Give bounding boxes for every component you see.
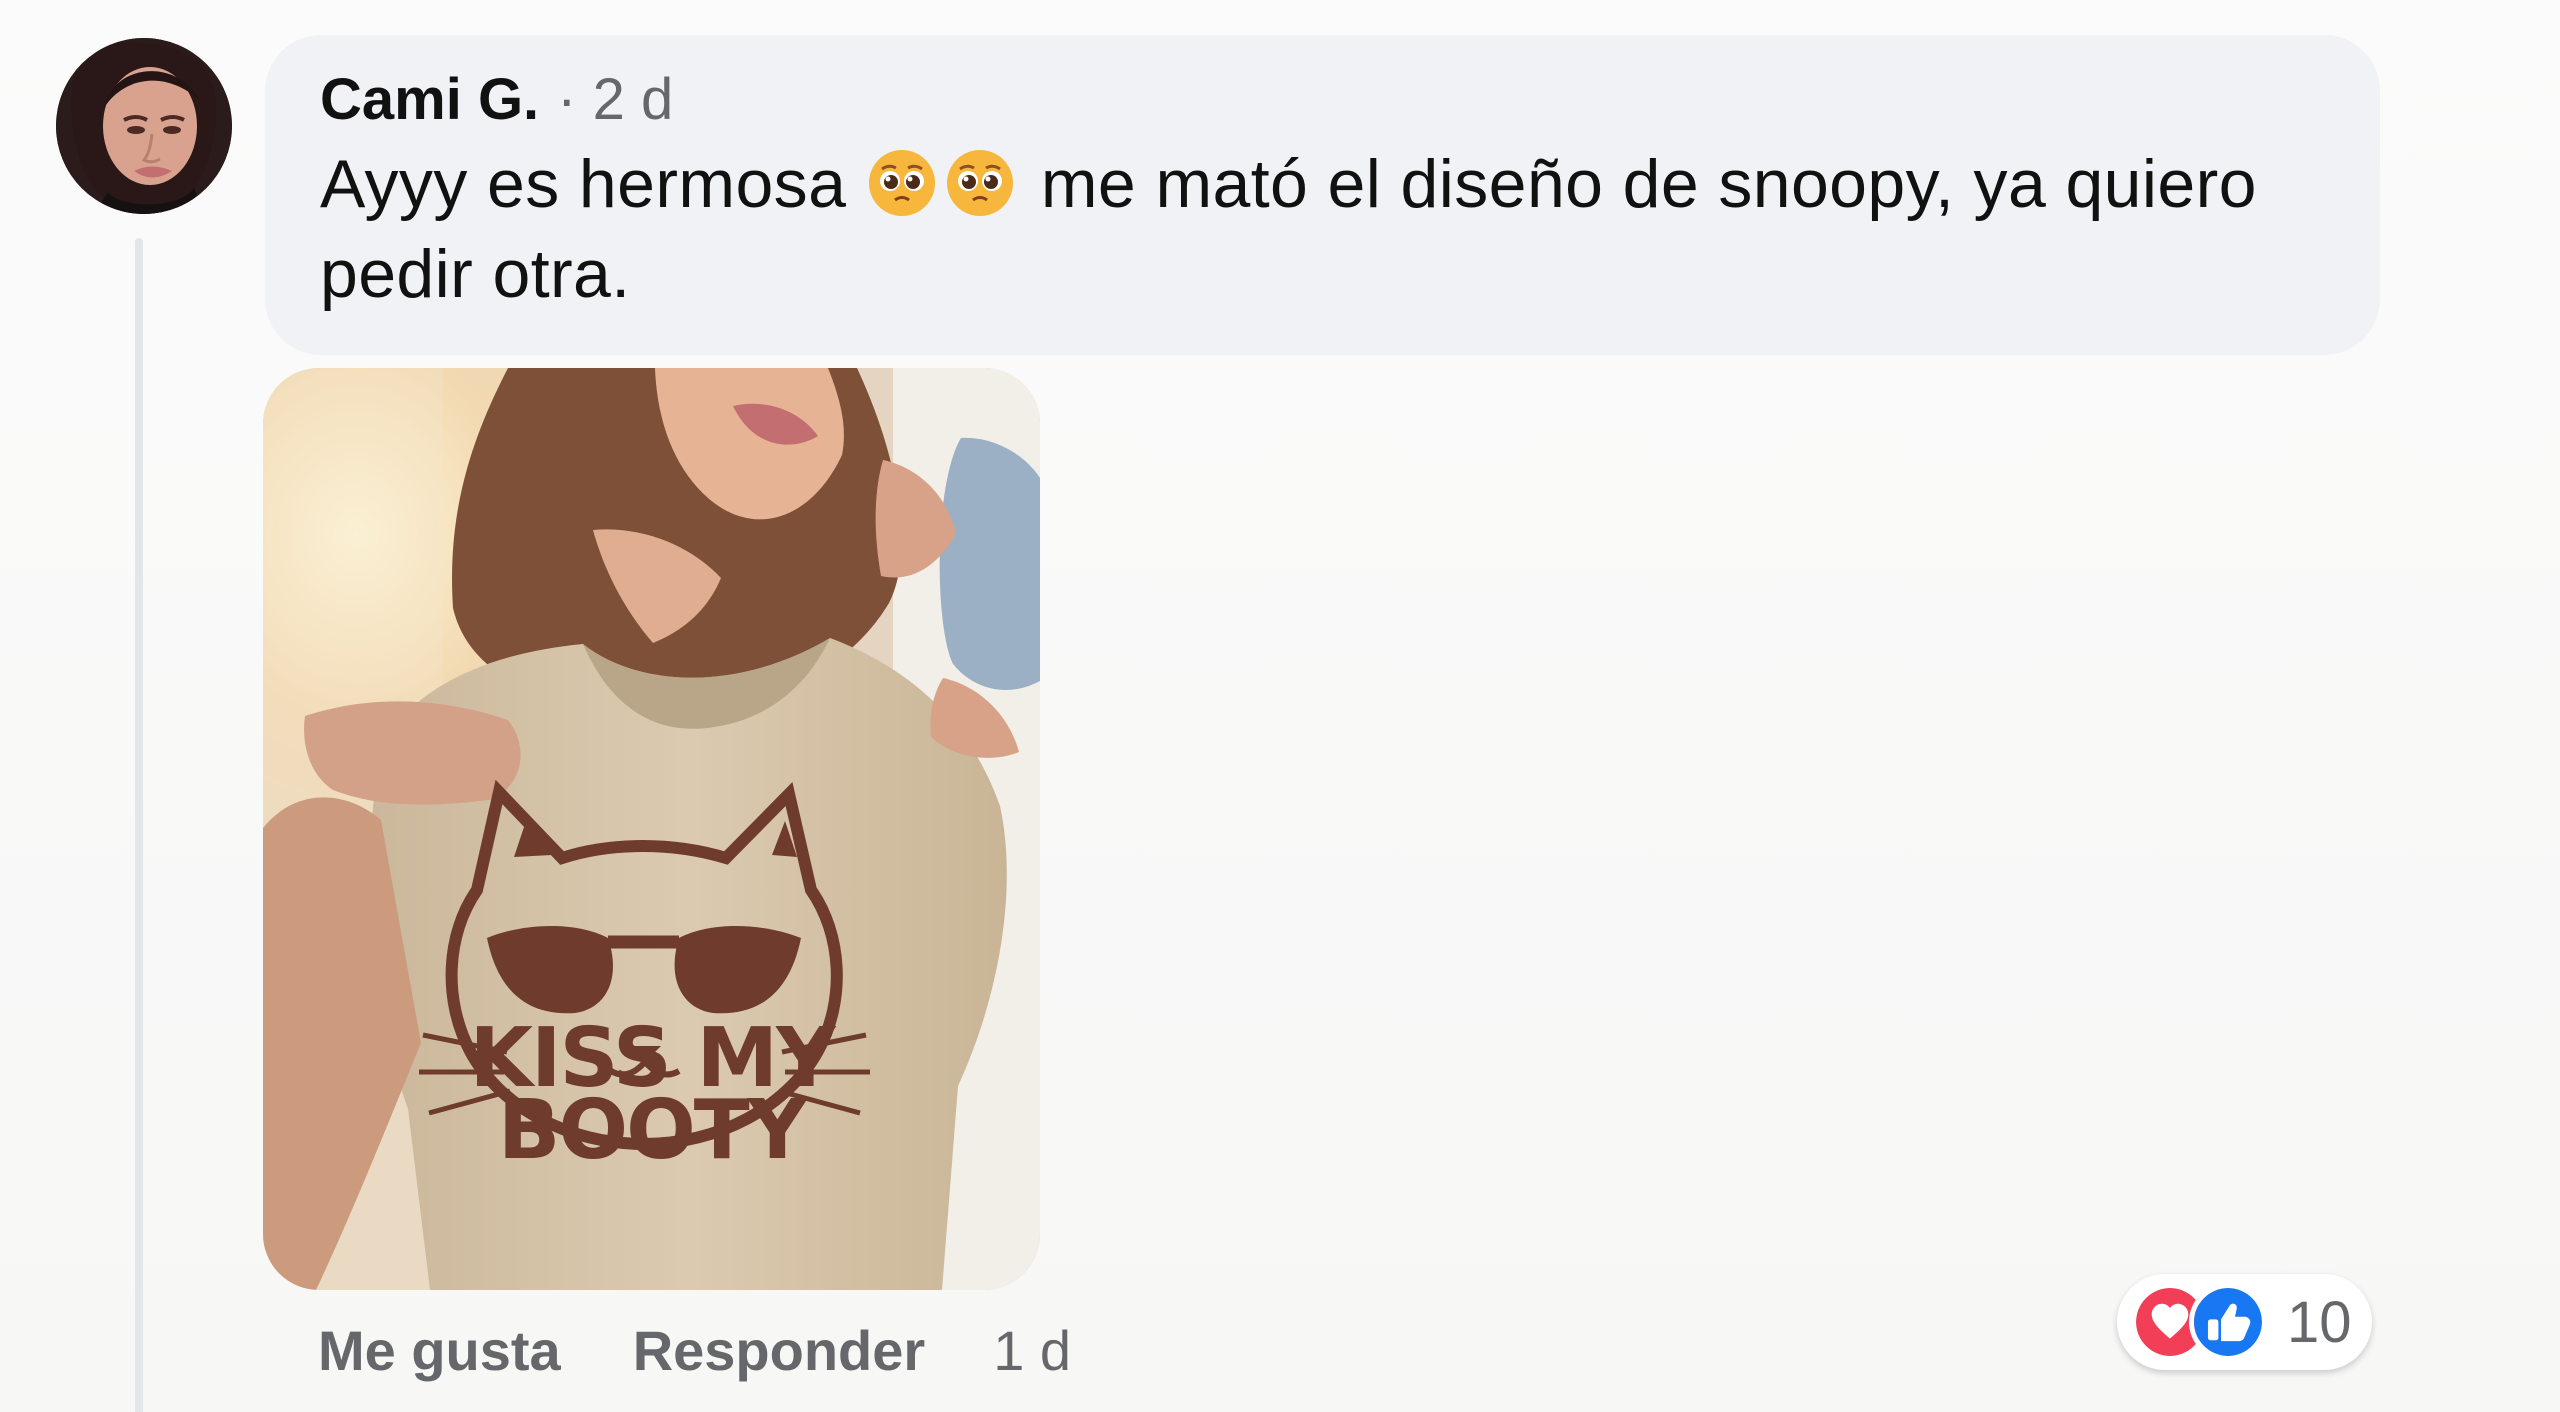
comment-time: 2 d xyxy=(592,67,674,132)
comment-actions: Me gusta Responder 1 d xyxy=(318,1318,1071,1383)
comment-timestamp[interactable]: · 2 d xyxy=(557,65,673,135)
author-name[interactable]: Cami G. xyxy=(320,65,539,135)
comment-text: Ayyy es hermosa me mató el diseño de sno… xyxy=(320,139,2300,320)
reply-button[interactable]: Responder xyxy=(633,1318,926,1383)
reaction-count: 10 xyxy=(2287,1289,2352,1355)
reply-timestamp[interactable]: 1 d xyxy=(993,1318,1071,1383)
shirt-print-line-2: BOOTY xyxy=(497,1083,807,1178)
like-button[interactable]: Me gusta xyxy=(318,1318,561,1383)
reaction-summary[interactable]: 10 xyxy=(2117,1274,2372,1370)
comment-photo[interactable]: KISS MY BOOTY xyxy=(263,368,1040,1290)
like-reaction-icon xyxy=(2189,1283,2267,1361)
comment-bubble: Cami G. · 2 d Ayyy es hermosa me mató el… xyxy=(265,35,2380,355)
author-avatar[interactable] xyxy=(56,38,232,214)
comment-meta: Cami G. · 2 d xyxy=(320,65,2324,135)
comment-text-start: Ayyy es hermosa xyxy=(320,145,847,222)
comment-screen: Cami G. · 2 d Ayyy es hermosa me mató el… xyxy=(0,0,2560,1412)
reply-thread-line xyxy=(135,238,143,1412)
pleading-face-icon xyxy=(944,147,1016,219)
pleading-face-icon xyxy=(866,147,938,219)
meta-separator: · xyxy=(557,67,577,132)
